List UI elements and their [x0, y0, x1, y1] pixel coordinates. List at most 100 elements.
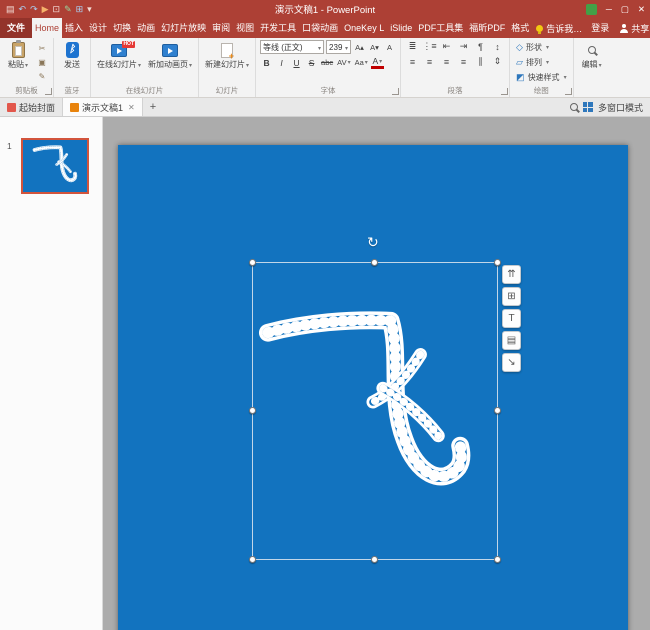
share-button[interactable]: 共享: [614, 18, 650, 38]
decrease-indent-icon[interactable]: ⇤: [439, 40, 454, 53]
slide-canvas[interactable]: ↻ ⇈ ⊞ T ▤ ↘: [118, 145, 628, 630]
slide-thumbnail[interactable]: [21, 138, 89, 194]
tab-home[interactable]: Home: [32, 18, 63, 38]
tab-transitions[interactable]: 切换: [110, 18, 134, 38]
selection-handle-bottom-left[interactable]: [249, 556, 256, 563]
selection-handle-bottom-right[interactable]: [494, 556, 501, 563]
add-object-icon[interactable]: ⊞: [502, 287, 521, 306]
shapes-button[interactable]: ◇ 形状: [514, 40, 551, 54]
selection-handle-middle-right[interactable]: [494, 407, 501, 414]
font-size-input[interactable]: 239: [326, 40, 352, 54]
quick-styles-label: 快速样式: [527, 72, 560, 82]
tab-developer[interactable]: 开发工具: [257, 18, 299, 38]
align-left-icon[interactable]: ≡: [405, 55, 420, 68]
tab-onekey[interactable]: OneKey L: [341, 18, 387, 38]
text-tool-icon[interactable]: T: [502, 309, 521, 328]
collapse-toolbar-icon[interactable]: ⇈: [502, 265, 521, 284]
selection-box[interactable]: [249, 259, 501, 563]
tell-me-label: 告诉我…: [546, 23, 583, 34]
tell-me-box[interactable]: 告诉我…: [532, 18, 586, 38]
tab-insert[interactable]: 插入: [62, 18, 86, 38]
bluetooth-send-button[interactable]: ᛒ 发送: [58, 40, 86, 69]
paragraph-dialog-launcher-icon[interactable]: [501, 88, 509, 95]
bullets-icon[interactable]: ≣: [405, 40, 420, 53]
selection-handle-top-right[interactable]: [494, 259, 501, 266]
columns-icon[interactable]: ∥: [473, 55, 488, 68]
cut-icon[interactable]: ✂: [35, 42, 49, 55]
paragraph-marks-icon[interactable]: ¶: [473, 40, 488, 53]
close-tab-icon[interactable]: ✕: [128, 103, 135, 112]
editing-button[interactable]: 编辑: [578, 40, 606, 71]
tab-pocket-animation[interactable]: 口袋动画: [299, 18, 341, 38]
new-slide-button[interactable]: 新建幻灯片: [203, 40, 251, 71]
align-right-icon[interactable]: ≡: [439, 55, 454, 68]
online-slides-button[interactable]: HOT 在线幻灯片: [95, 40, 143, 71]
image-tool-icon[interactable]: ▤: [502, 331, 521, 350]
new-animation-page-button[interactable]: 新加动画页: [146, 40, 194, 71]
tab-foxit-pdf[interactable]: 福昕PDF: [466, 18, 508, 38]
tab-file[interactable]: 文件: [0, 18, 33, 38]
minimize-button[interactable]: ─: [606, 4, 612, 15]
grow-font-button[interactable]: A▴: [353, 41, 366, 54]
font-dialog-launcher-icon[interactable]: [392, 88, 400, 95]
strikethrough-abc-button[interactable]: abc: [320, 56, 334, 69]
tab-format[interactable]: 格式: [508, 18, 532, 38]
doc-tab-presentation1[interactable]: 演示文稿1 ✕: [63, 98, 143, 116]
format-painter-icon[interactable]: ✎: [35, 70, 49, 83]
clear-formatting-button[interactable]: A: [383, 41, 396, 54]
tab-slideshow[interactable]: 幻灯片放映: [158, 18, 209, 38]
strikethrough-button[interactable]: S: [305, 56, 318, 69]
text-direction-icon[interactable]: ⇕: [490, 55, 505, 68]
tab-review[interactable]: 审阅: [209, 18, 233, 38]
font-family-select[interactable]: 等线 (正文): [260, 40, 325, 54]
new-document-tab-button[interactable]: +: [143, 98, 163, 116]
italic-button[interactable]: I: [275, 56, 288, 69]
print-icon[interactable]: ⊡: [53, 0, 61, 18]
character-spacing-button[interactable]: AV: [336, 56, 351, 69]
doc-tab-start-cover[interactable]: 起始封面: [0, 98, 64, 116]
clipboard-dialog-launcher-icon[interactable]: [45, 88, 52, 95]
multi-window-label[interactable]: 多窗口模式: [598, 101, 643, 114]
ribbon-group-bluetooth: ᛒ 发送 蓝牙: [54, 38, 91, 97]
redo-icon[interactable]: ↷: [30, 0, 38, 18]
bold-button[interactable]: B: [260, 56, 273, 69]
arrange-button[interactable]: ▱ 排列: [514, 55, 551, 69]
justify-icon[interactable]: ≡: [456, 55, 471, 68]
plugin-icon[interactable]: [585, 3, 597, 15]
undo-icon[interactable]: ↶: [19, 0, 27, 18]
grid-icon[interactable]: ⊞: [76, 0, 84, 18]
underline-button[interactable]: U: [290, 56, 303, 69]
select-tool-icon[interactable]: ↘: [502, 353, 521, 372]
tab-view[interactable]: 视图: [233, 18, 257, 38]
start-slideshow-icon[interactable]: ▶: [42, 0, 49, 18]
font-color-button[interactable]: A: [370, 56, 384, 69]
login-button[interactable]: 登录: [586, 18, 614, 38]
change-case-button[interactable]: Aa: [354, 56, 369, 69]
tab-animations[interactable]: 动画: [134, 18, 158, 38]
tab-design[interactable]: 设计: [86, 18, 110, 38]
zoom-search-icon[interactable]: [569, 103, 578, 111]
tab-islide[interactable]: iSlide: [387, 18, 415, 38]
rotate-handle-icon[interactable]: ↻: [367, 235, 379, 249]
close-button[interactable]: ✕: [638, 4, 645, 15]
selection-handle-top-left[interactable]: [249, 259, 256, 266]
selection-handle-middle-left[interactable]: [249, 407, 256, 414]
quick-styles-button[interactable]: ◩ 快速样式: [514, 70, 569, 84]
shrink-font-button[interactable]: A▾: [368, 41, 381, 54]
copy-icon[interactable]: ▣: [35, 56, 49, 69]
ribbon-group-editing: 编辑: [574, 38, 610, 97]
align-center-icon[interactable]: ≡: [422, 55, 437, 68]
slide-thumbnail-panel: 1: [0, 117, 103, 630]
numbering-icon[interactable]: ⋮≡: [422, 40, 437, 53]
paste-button[interactable]: 粘贴: [4, 40, 32, 71]
customize-qat-icon[interactable]: ▾: [87, 0, 92, 18]
tab-pdf-tools[interactable]: PDF工具集: [415, 18, 466, 38]
save-icon[interactable]: ▤: [6, 0, 15, 18]
drawing-dialog-launcher-icon[interactable]: [564, 88, 572, 95]
draw-icon[interactable]: ✎: [64, 0, 72, 18]
line-spacing-icon[interactable]: ↕: [490, 40, 505, 53]
maximize-button[interactable]: ▢: [621, 4, 629, 15]
selection-handle-top-middle[interactable]: [371, 259, 378, 266]
selection-handle-bottom-middle[interactable]: [371, 556, 378, 563]
increase-indent-icon[interactable]: ⇥: [456, 40, 471, 53]
